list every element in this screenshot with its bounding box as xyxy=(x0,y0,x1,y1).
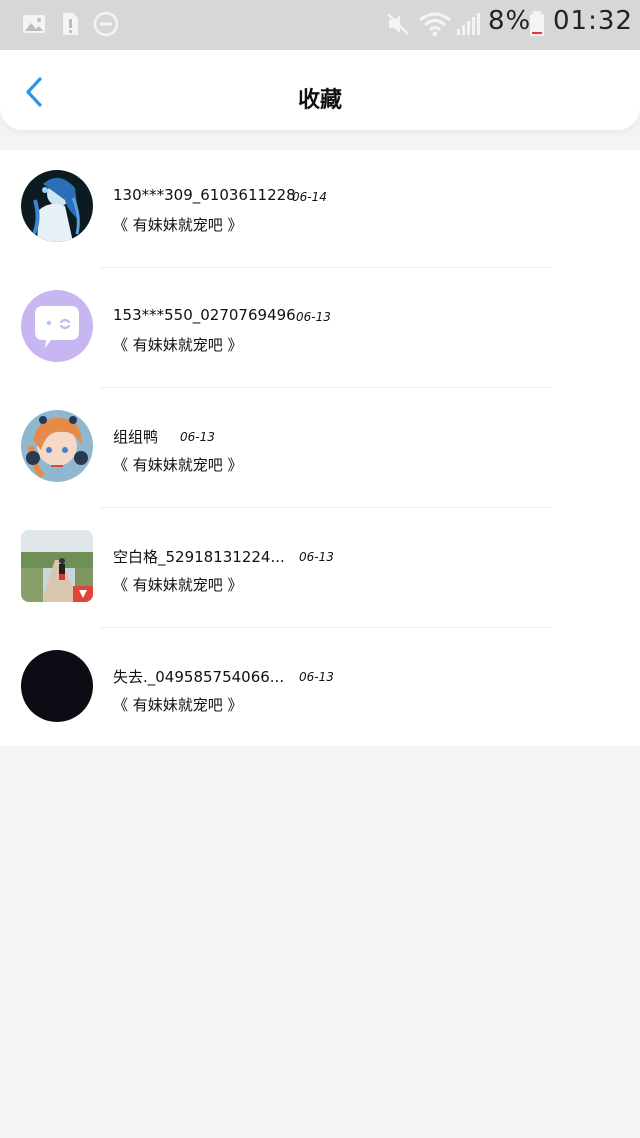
avatar[interactable] xyxy=(21,290,93,362)
image-icon xyxy=(23,15,45,33)
do-not-disturb-icon xyxy=(93,11,119,37)
poster-name: 组组鸭 xyxy=(113,428,159,446)
post-date: 06-13 xyxy=(296,310,331,324)
avatar[interactable] xyxy=(21,530,93,602)
post-date: 06-13 xyxy=(180,430,215,444)
signal-icon xyxy=(457,13,480,35)
list-item[interactable]: 失去._049585754066... 06-13 《 有妹妹就宠吧 》 xyxy=(0,630,640,750)
page-title: 收藏 xyxy=(297,88,342,113)
list-item[interactable]: 组组鸭 06-13 《 有妹妹就宠吧 》 xyxy=(0,390,640,510)
avatar[interactable] xyxy=(21,410,93,482)
status-bar: 8% 01:32 xyxy=(0,0,640,50)
battery-percent: 8% xyxy=(488,6,532,36)
post-date: 06-13 xyxy=(299,670,334,684)
page-header: 收藏 xyxy=(0,50,640,130)
list-item[interactable]: 130***309_6103611228 06-14 《 有妹妹就宠吧 》 xyxy=(0,150,640,270)
list-item[interactable]: 空白格_52918131224... 06-13 《 有妹妹就宠吧 》 xyxy=(0,510,640,630)
poster-name: 失去._049585754066... xyxy=(113,668,285,686)
forum-name: 《 有妹妹就宠吧 》 xyxy=(113,336,243,354)
poster-name: 空白格_52918131224... xyxy=(113,548,285,566)
wifi-icon xyxy=(419,12,451,37)
sim-alert-icon xyxy=(63,13,78,35)
forum-name: 《 有妹妹就宠吧 》 xyxy=(113,216,243,234)
favorites-list: 130***309_6103611228 06-14 《 有妹妹就宠吧 》 15… xyxy=(0,150,640,746)
clock: 01:32 xyxy=(553,6,633,36)
divider xyxy=(100,627,550,628)
divider xyxy=(100,387,550,388)
forum-name: 《 有妹妹就宠吧 》 xyxy=(113,576,243,594)
mute-icon xyxy=(387,13,409,35)
poster-name: 130***309_6103611228 xyxy=(113,186,296,204)
divider xyxy=(100,507,550,508)
post-date: 06-14 xyxy=(292,190,327,204)
list-item[interactable]: 153***550_0270769496 06-13 《 有妹妹就宠吧 》 xyxy=(0,270,640,390)
battery-icon xyxy=(530,11,544,36)
avatar[interactable] xyxy=(21,170,93,242)
forum-name: 《 有妹妹就宠吧 》 xyxy=(113,456,243,474)
post-date: 06-13 xyxy=(299,550,334,564)
forum-name: 《 有妹妹就宠吧 》 xyxy=(113,696,243,714)
avatar[interactable] xyxy=(21,650,93,722)
divider xyxy=(100,267,550,268)
poster-name: 153***550_0270769496 xyxy=(113,306,296,324)
